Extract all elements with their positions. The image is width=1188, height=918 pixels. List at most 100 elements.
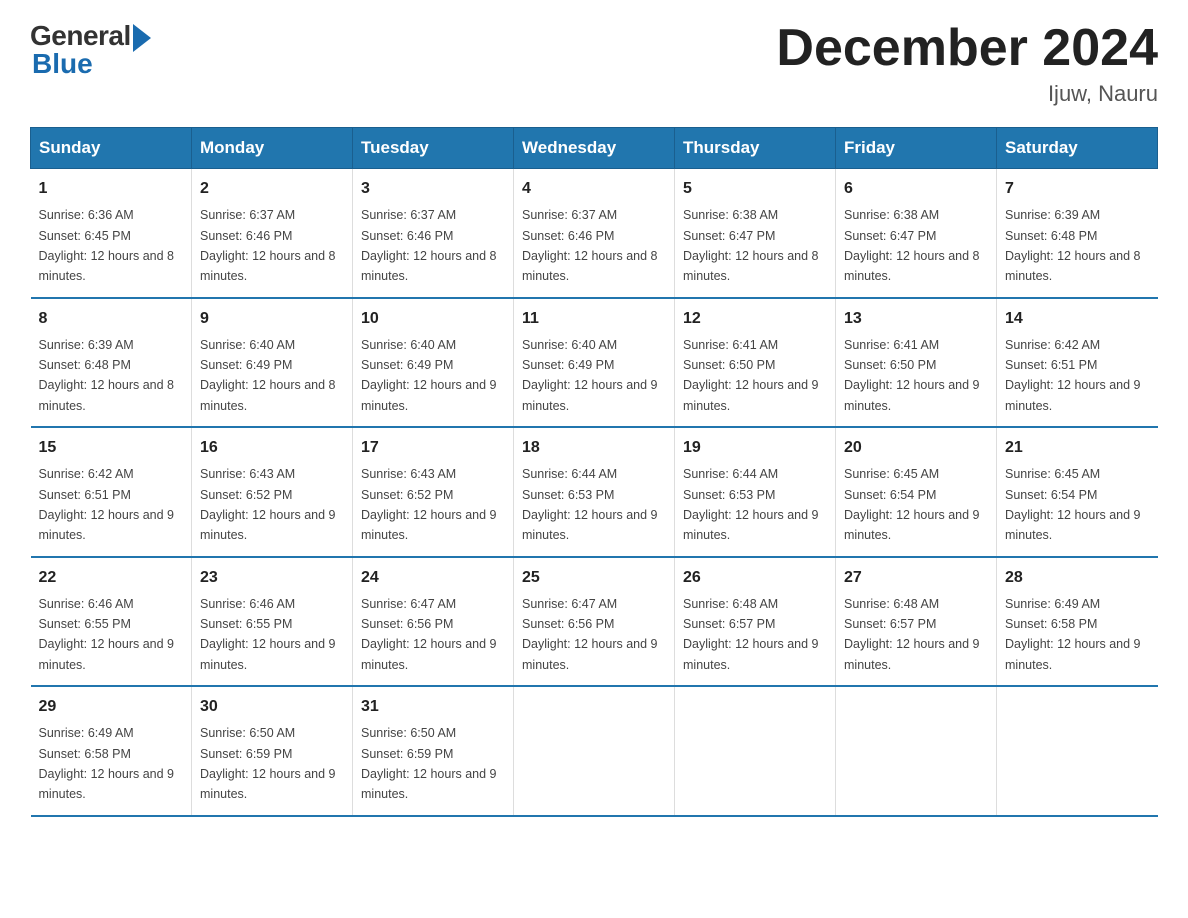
- day-number: 30: [200, 695, 344, 719]
- day-number: 26: [683, 566, 827, 590]
- day-info: Sunrise: 6:41 AMSunset: 6:50 PMDaylight:…: [844, 338, 980, 413]
- location: Ijuw, Nauru: [776, 81, 1158, 107]
- day-cell: 6 Sunrise: 6:38 AMSunset: 6:47 PMDayligh…: [836, 169, 997, 298]
- day-info: Sunrise: 6:37 AMSunset: 6:46 PMDaylight:…: [361, 208, 497, 283]
- day-info: Sunrise: 6:44 AMSunset: 6:53 PMDaylight:…: [683, 467, 819, 542]
- day-info: Sunrise: 6:47 AMSunset: 6:56 PMDaylight:…: [522, 597, 658, 672]
- day-info: Sunrise: 6:49 AMSunset: 6:58 PMDaylight:…: [1005, 597, 1141, 672]
- day-info: Sunrise: 6:41 AMSunset: 6:50 PMDaylight:…: [683, 338, 819, 413]
- day-info: Sunrise: 6:46 AMSunset: 6:55 PMDaylight:…: [39, 597, 175, 672]
- day-cell: 4 Sunrise: 6:37 AMSunset: 6:46 PMDayligh…: [514, 169, 675, 298]
- day-cell: 3 Sunrise: 6:37 AMSunset: 6:46 PMDayligh…: [353, 169, 514, 298]
- day-info: Sunrise: 6:43 AMSunset: 6:52 PMDaylight:…: [361, 467, 497, 542]
- day-number: 8: [39, 307, 184, 331]
- day-cell: 13 Sunrise: 6:41 AMSunset: 6:50 PMDaylig…: [836, 298, 997, 428]
- day-number: 23: [200, 566, 344, 590]
- day-number: 15: [39, 436, 184, 460]
- day-cell: 27 Sunrise: 6:48 AMSunset: 6:57 PMDaylig…: [836, 557, 997, 687]
- day-cell: 5 Sunrise: 6:38 AMSunset: 6:47 PMDayligh…: [675, 169, 836, 298]
- day-cell: [514, 686, 675, 816]
- day-cell: 23 Sunrise: 6:46 AMSunset: 6:55 PMDaylig…: [192, 557, 353, 687]
- day-info: Sunrise: 6:46 AMSunset: 6:55 PMDaylight:…: [200, 597, 336, 672]
- day-number: 25: [522, 566, 666, 590]
- day-info: Sunrise: 6:50 AMSunset: 6:59 PMDaylight:…: [361, 726, 497, 801]
- week-row-3: 15 Sunrise: 6:42 AMSunset: 6:51 PMDaylig…: [31, 427, 1158, 557]
- calendar-table: SundayMondayTuesdayWednesdayThursdayFrid…: [30, 127, 1158, 817]
- day-cell: 24 Sunrise: 6:47 AMSunset: 6:56 PMDaylig…: [353, 557, 514, 687]
- day-number: 17: [361, 436, 505, 460]
- day-number: 3: [361, 177, 505, 201]
- day-cell: 29 Sunrise: 6:49 AMSunset: 6:58 PMDaylig…: [31, 686, 192, 816]
- day-number: 29: [39, 695, 184, 719]
- day-number: 31: [361, 695, 505, 719]
- day-info: Sunrise: 6:39 AMSunset: 6:48 PMDaylight:…: [1005, 208, 1141, 283]
- day-info: Sunrise: 6:50 AMSunset: 6:59 PMDaylight:…: [200, 726, 336, 801]
- week-row-2: 8 Sunrise: 6:39 AMSunset: 6:48 PMDayligh…: [31, 298, 1158, 428]
- day-info: Sunrise: 6:44 AMSunset: 6:53 PMDaylight:…: [522, 467, 658, 542]
- day-cell: 1 Sunrise: 6:36 AMSunset: 6:45 PMDayligh…: [31, 169, 192, 298]
- day-cell: [675, 686, 836, 816]
- column-header-monday: Monday: [192, 128, 353, 169]
- day-cell: 21 Sunrise: 6:45 AMSunset: 6:54 PMDaylig…: [997, 427, 1158, 557]
- day-number: 20: [844, 436, 988, 460]
- day-cell: 30 Sunrise: 6:50 AMSunset: 6:59 PMDaylig…: [192, 686, 353, 816]
- day-info: Sunrise: 6:40 AMSunset: 6:49 PMDaylight:…: [361, 338, 497, 413]
- day-info: Sunrise: 6:40 AMSunset: 6:49 PMDaylight:…: [522, 338, 658, 413]
- day-cell: 16 Sunrise: 6:43 AMSunset: 6:52 PMDaylig…: [192, 427, 353, 557]
- day-cell: 11 Sunrise: 6:40 AMSunset: 6:49 PMDaylig…: [514, 298, 675, 428]
- column-header-sunday: Sunday: [31, 128, 192, 169]
- day-number: 6: [844, 177, 988, 201]
- day-cell: 17 Sunrise: 6:43 AMSunset: 6:52 PMDaylig…: [353, 427, 514, 557]
- day-cell: 10 Sunrise: 6:40 AMSunset: 6:49 PMDaylig…: [353, 298, 514, 428]
- day-cell: 28 Sunrise: 6:49 AMSunset: 6:58 PMDaylig…: [997, 557, 1158, 687]
- column-header-thursday: Thursday: [675, 128, 836, 169]
- day-info: Sunrise: 6:42 AMSunset: 6:51 PMDaylight:…: [1005, 338, 1141, 413]
- day-info: Sunrise: 6:45 AMSunset: 6:54 PMDaylight:…: [844, 467, 980, 542]
- day-number: 5: [683, 177, 827, 201]
- day-info: Sunrise: 6:38 AMSunset: 6:47 PMDaylight:…: [844, 208, 980, 283]
- week-row-1: 1 Sunrise: 6:36 AMSunset: 6:45 PMDayligh…: [31, 169, 1158, 298]
- day-info: Sunrise: 6:49 AMSunset: 6:58 PMDaylight:…: [39, 726, 175, 801]
- column-header-tuesday: Tuesday: [353, 128, 514, 169]
- day-info: Sunrise: 6:47 AMSunset: 6:56 PMDaylight:…: [361, 597, 497, 672]
- day-info: Sunrise: 6:37 AMSunset: 6:46 PMDaylight:…: [522, 208, 658, 283]
- day-number: 21: [1005, 436, 1150, 460]
- day-number: 28: [1005, 566, 1150, 590]
- day-cell: 12 Sunrise: 6:41 AMSunset: 6:50 PMDaylig…: [675, 298, 836, 428]
- day-cell: 31 Sunrise: 6:50 AMSunset: 6:59 PMDaylig…: [353, 686, 514, 816]
- month-title: December 2024: [776, 20, 1158, 77]
- day-number: 11: [522, 307, 666, 331]
- day-cell: 18 Sunrise: 6:44 AMSunset: 6:53 PMDaylig…: [514, 427, 675, 557]
- day-number: 13: [844, 307, 988, 331]
- title-section: December 2024 Ijuw, Nauru: [776, 20, 1158, 107]
- day-cell: 8 Sunrise: 6:39 AMSunset: 6:48 PMDayligh…: [31, 298, 192, 428]
- column-header-wednesday: Wednesday: [514, 128, 675, 169]
- day-number: 27: [844, 566, 988, 590]
- day-number: 4: [522, 177, 666, 201]
- page-header: General Blue December 2024 Ijuw, Nauru: [30, 20, 1158, 107]
- day-info: Sunrise: 6:40 AMSunset: 6:49 PMDaylight:…: [200, 338, 336, 413]
- day-number: 12: [683, 307, 827, 331]
- column-header-saturday: Saturday: [997, 128, 1158, 169]
- day-number: 14: [1005, 307, 1150, 331]
- day-info: Sunrise: 6:37 AMSunset: 6:46 PMDaylight:…: [200, 208, 336, 283]
- day-cell: [997, 686, 1158, 816]
- day-number: 1: [39, 177, 184, 201]
- day-info: Sunrise: 6:45 AMSunset: 6:54 PMDaylight:…: [1005, 467, 1141, 542]
- header-row: SundayMondayTuesdayWednesdayThursdayFrid…: [31, 128, 1158, 169]
- day-cell: 25 Sunrise: 6:47 AMSunset: 6:56 PMDaylig…: [514, 557, 675, 687]
- week-row-5: 29 Sunrise: 6:49 AMSunset: 6:58 PMDaylig…: [31, 686, 1158, 816]
- day-cell: 22 Sunrise: 6:46 AMSunset: 6:55 PMDaylig…: [31, 557, 192, 687]
- day-cell: 15 Sunrise: 6:42 AMSunset: 6:51 PMDaylig…: [31, 427, 192, 557]
- day-number: 16: [200, 436, 344, 460]
- day-number: 7: [1005, 177, 1150, 201]
- logo-blue-text: Blue: [30, 48, 151, 80]
- day-cell: 20 Sunrise: 6:45 AMSunset: 6:54 PMDaylig…: [836, 427, 997, 557]
- day-number: 18: [522, 436, 666, 460]
- day-number: 19: [683, 436, 827, 460]
- day-number: 24: [361, 566, 505, 590]
- day-info: Sunrise: 6:36 AMSunset: 6:45 PMDaylight:…: [39, 208, 175, 283]
- day-cell: 19 Sunrise: 6:44 AMSunset: 6:53 PMDaylig…: [675, 427, 836, 557]
- day-cell: 14 Sunrise: 6:42 AMSunset: 6:51 PMDaylig…: [997, 298, 1158, 428]
- week-row-4: 22 Sunrise: 6:46 AMSunset: 6:55 PMDaylig…: [31, 557, 1158, 687]
